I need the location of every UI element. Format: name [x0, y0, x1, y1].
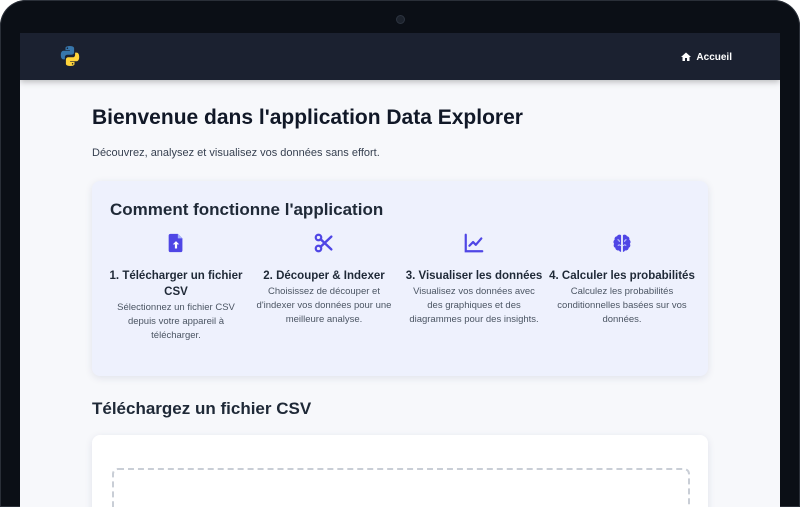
how-it-works-card: Comment fonctionne l'application 1. Télé…: [92, 181, 708, 376]
file-upload-icon: [168, 233, 183, 253]
python-logo-icon[interactable]: [58, 44, 82, 68]
line-chart-icon: [464, 233, 484, 253]
step-title: 2. Découper & Indexer: [263, 270, 385, 282]
laptop-frame: Accueil Bienvenue dans l'application Dat…: [0, 0, 800, 507]
step-probabilities: 4. Calculer les probabilités Calculez le…: [547, 232, 697, 327]
app-screen: Accueil Bienvenue dans l'application Dat…: [20, 33, 780, 507]
step-title: 4. Calculer les probabilités: [549, 270, 695, 282]
camera-dot: [396, 15, 405, 24]
step-upload: 1. Télécharger un fichier CSV Sélectionn…: [101, 232, 251, 343]
nav-home-label: Accueil: [696, 51, 732, 63]
step-slice-index: 2. Découper & Indexer Choisissez de déco…: [249, 232, 399, 327]
how-it-works-title: Comment fonctionne l'application: [110, 200, 384, 219]
upload-card: [92, 435, 708, 507]
step-description: Calculez les probabilités conditionnelle…: [557, 286, 687, 325]
step-description: Sélectionnez un fichier CSV depuis votre…: [117, 302, 235, 341]
step-description: Visualisez vos données avec des graphiqu…: [409, 286, 539, 325]
page-title: Bienvenue dans l'application Data Explor…: [92, 106, 523, 129]
home-icon: [681, 52, 692, 61]
page-subtitle: Découvrez, analysez et visualisez vos do…: [92, 147, 380, 159]
nav-home-link[interactable]: Accueil: [680, 50, 732, 64]
csv-dropzone[interactable]: [112, 468, 690, 507]
step-visualize: 3. Visualiser les données Visualisez vos…: [399, 232, 549, 327]
step-description: Choisissez de découper et d'indexer vos …: [256, 286, 392, 325]
step-title: 3. Visualiser les données: [405, 270, 543, 282]
navbar: Accueil: [20, 33, 780, 80]
upload-section-title: Téléchargez un fichier CSV: [92, 399, 312, 418]
brain-icon: [613, 234, 631, 252]
scissors-icon: [314, 233, 333, 253]
step-title: 1. Télécharger un fichier CSV: [109, 270, 243, 298]
